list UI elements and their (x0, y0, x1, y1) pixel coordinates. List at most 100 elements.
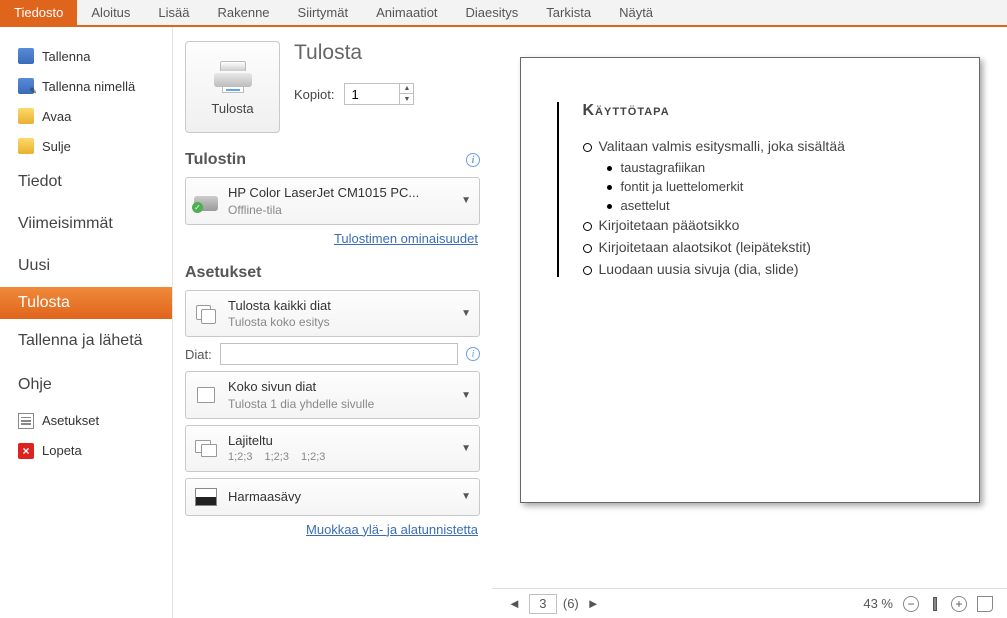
collate-l1: Lajiteltu (228, 432, 451, 450)
slide-title: Käyttötapa (583, 102, 943, 120)
print-range-l2: Tulosta koko esitys (228, 314, 451, 330)
list-item: asettelut (607, 198, 943, 213)
save-icon (18, 48, 34, 64)
chevron-down-icon: ▼ (461, 308, 471, 319)
color-dropdown[interactable]: Harmaasävy ▼ (185, 478, 480, 516)
nav-save-as-label: Tallenna nimellä (42, 79, 135, 94)
chevron-down-icon: ▼ (461, 491, 471, 502)
print-range-dropdown[interactable]: Tulosta kaikki diat Tulosta koko esitys … (185, 290, 480, 338)
page-number[interactable]: 3 (529, 594, 557, 614)
nav-open[interactable]: Avaa (0, 101, 172, 131)
chevron-down-icon: ▼ (461, 390, 471, 401)
print-button[interactable]: Tulosta (185, 41, 280, 133)
copies-up[interactable]: ▲ (400, 84, 413, 94)
page-total: (6) (563, 596, 579, 611)
nav-help[interactable]: Ohje (0, 364, 172, 406)
printer-name: HP Color LaserJet CM1015 PC... (228, 184, 451, 202)
settings-heading: Asetukset (185, 264, 261, 282)
nav-save-label: Tallenna (42, 49, 90, 64)
nav-send[interactable]: Tallenna ja lähetä (0, 319, 172, 364)
nav-close-label: Sulje (42, 139, 71, 154)
tab-animaatiot[interactable]: Animaatiot (362, 0, 451, 25)
copies-down[interactable]: ▼ (400, 94, 413, 104)
printer-device-icon (194, 189, 218, 213)
tab-diaesitys[interactable]: Diaesitys (452, 0, 533, 25)
nav-send-label: Tallenna ja lähetä (18, 331, 143, 352)
zoom-out-button[interactable]: − (903, 596, 919, 612)
collate-nums: 1;2;31;2;31;2;3 (228, 450, 451, 465)
print-preview: Käyttötapa Valitaan valmis esitysmalli, … (492, 27, 1007, 618)
layout-dropdown[interactable]: Koko sivun diat Tulosta 1 dia yhdelle si… (185, 371, 480, 419)
exit-icon (18, 443, 34, 459)
list-item: Luodaan uusia sivuja (dia, slide) (583, 261, 943, 277)
nav-exit[interactable]: Lopeta (0, 436, 172, 466)
nav-print[interactable]: Tulosta (0, 287, 172, 319)
list-item: Kirjoitetaan alaotsikot (leipätekstit) (583, 239, 943, 255)
nav-options[interactable]: Asetukset (0, 406, 172, 436)
nav-help-label: Ohje (18, 376, 52, 394)
print-range-l1: Tulosta kaikki diat (228, 297, 451, 315)
nav-info[interactable]: Tiedot (0, 161, 172, 203)
printer-properties-link[interactable]: Tulostimen ominaisuudet (187, 231, 478, 246)
list-item: fontit ja luettelomerkit (607, 179, 943, 194)
nav-print-label: Tulosta (18, 294, 70, 312)
nav-options-label: Asetukset (42, 413, 99, 428)
tab-lisää[interactable]: Lisää (144, 0, 203, 25)
printer-icon (212, 59, 254, 93)
tab-tarkista[interactable]: Tarkista (532, 0, 605, 25)
prev-page-button[interactable]: ◄ (506, 596, 523, 611)
collate-icon (194, 436, 218, 460)
list-item: Kirjoitetaan pääotsikko (583, 217, 943, 233)
all-slides-icon (194, 302, 218, 326)
backstage-nav: Tallenna Tallenna nimellä Avaa Sulje Tie… (0, 27, 172, 618)
nav-exit-label: Lopeta (42, 443, 82, 458)
tab-tiedosto[interactable]: Tiedosto (0, 0, 77, 25)
folder-close-icon (18, 138, 34, 154)
tab-aloitus[interactable]: Aloitus (77, 0, 144, 25)
printer-dropdown[interactable]: HP Color LaserJet CM1015 PC... Offline-t… (185, 177, 480, 225)
collate-dropdown[interactable]: Lajiteltu 1;2;31;2;31;2;3 ▼ (185, 425, 480, 471)
tab-siirtymät[interactable]: Siirtymät (284, 0, 363, 25)
color-l1: Harmaasävy (228, 488, 451, 506)
printer-status: Offline-tila (228, 202, 451, 218)
list-item: Valitaan valmis esitysmalli, joka sisält… (583, 138, 943, 154)
slides-label: Diat: (185, 347, 212, 362)
layout-l1: Koko sivun diat (228, 378, 451, 396)
copies-label: Kopiot: (294, 87, 334, 102)
slide-list: Valitaan valmis esitysmalli, joka sisält… (583, 138, 943, 277)
nav-new[interactable]: Uusi (0, 245, 172, 287)
info-icon[interactable]: i (466, 347, 480, 361)
info-icon[interactable]: i (466, 153, 480, 167)
print-settings-panel: Tulosta Tulosta Kopiot: ▲▼ Tulostin i HP (172, 27, 492, 618)
tab-rakenne[interactable]: Rakenne (204, 0, 284, 25)
copies-spinner[interactable]: ▲▼ (344, 83, 414, 105)
nav-info-label: Tiedot (18, 173, 62, 191)
folder-open-icon (18, 108, 34, 124)
tab-näytä[interactable]: Näytä (605, 0, 667, 25)
zoom-slider[interactable] (933, 597, 937, 611)
nav-close[interactable]: Sulje (0, 131, 172, 161)
chevron-down-icon: ▼ (461, 443, 471, 454)
zoom-in-button[interactable]: + (951, 596, 967, 612)
zoom-level: 43 % (863, 596, 893, 611)
slide-preview: Käyttötapa Valitaan valmis esitysmalli, … (520, 57, 980, 503)
grayscale-icon (194, 485, 218, 509)
nav-recent-label: Viimeisimmät (18, 215, 113, 233)
edit-header-footer-link[interactable]: Muokkaa ylä- ja alatunnistetta (187, 522, 478, 537)
nav-open-label: Avaa (42, 109, 71, 124)
print-button-label: Tulosta (211, 101, 253, 116)
printer-heading: Tulostin (185, 151, 246, 169)
next-page-button[interactable]: ► (585, 596, 602, 611)
slides-input[interactable] (220, 343, 458, 365)
nav-new-label: Uusi (18, 257, 50, 275)
preview-status-bar: ◄ 3 (6) ► 43 % − + (492, 588, 1007, 618)
save-as-icon (18, 78, 34, 94)
nav-save-as[interactable]: Tallenna nimellä (0, 71, 172, 101)
nav-recent[interactable]: Viimeisimmät (0, 203, 172, 245)
fit-to-window-button[interactable] (977, 596, 993, 612)
copies-input[interactable] (345, 84, 399, 104)
chevron-down-icon: ▼ (461, 195, 471, 206)
settings-icon (18, 413, 34, 429)
layout-l2: Tulosta 1 dia yhdelle sivulle (228, 396, 451, 412)
nav-save[interactable]: Tallenna (0, 41, 172, 71)
